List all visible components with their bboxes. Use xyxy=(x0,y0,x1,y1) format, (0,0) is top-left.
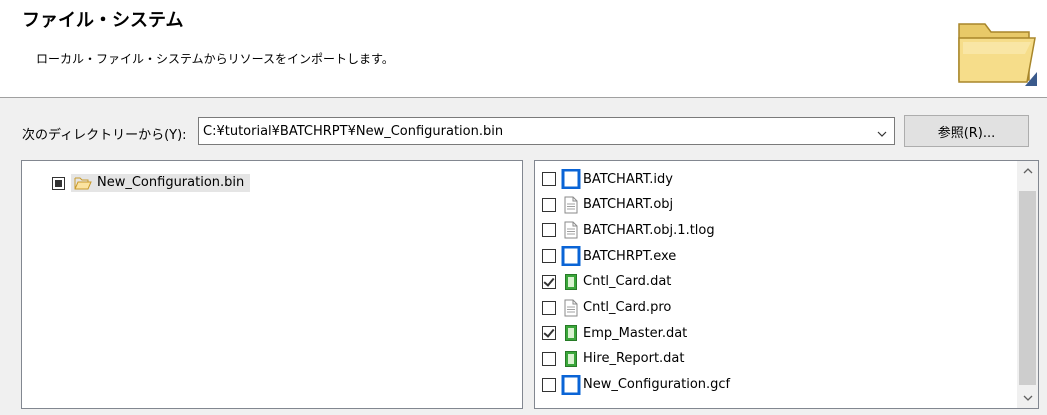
folder-icon xyxy=(955,10,1039,92)
text-file-icon xyxy=(561,220,581,240)
scrollbar-thumb[interactable] xyxy=(1019,191,1036,385)
file-checkbox[interactable] xyxy=(542,300,556,315)
file-name: New_Configuration.gcf xyxy=(583,377,731,393)
chevron-down-icon[interactable] xyxy=(876,125,888,137)
dialog-banner: ファイル・システム ローカル・ファイル・システムからリソースをインポートします。 xyxy=(0,0,1047,97)
file-name: BATCHRPT.exe xyxy=(583,248,677,264)
tree-item-label[interactable]: New_Configuration.bin xyxy=(71,174,251,192)
file-name: BATCHART.idy xyxy=(583,171,673,187)
page-title: ファイル・システム xyxy=(22,10,184,31)
file-name: BATCHART.obj xyxy=(583,197,674,213)
file-name: Hire_Report.dat xyxy=(583,351,685,367)
open-folder-icon xyxy=(74,177,92,189)
green-data-file-icon xyxy=(561,323,581,343)
directory-combobox[interactable] xyxy=(198,117,895,145)
blue-square-icon xyxy=(561,246,581,267)
tree-item-checkbox[interactable] xyxy=(52,176,65,190)
file-list-item[interactable]: Hire_Report.dat xyxy=(542,347,685,371)
green-data-file-icon xyxy=(561,272,581,292)
tree-item-root[interactable]: New_Configuration.bin xyxy=(52,172,251,194)
scroll-down-icon[interactable] xyxy=(1017,388,1038,408)
tree-item-text: New_Configuration.bin xyxy=(97,175,245,190)
file-name: Cntl_Card.dat xyxy=(583,274,672,290)
file-name: Cntl_Card.pro xyxy=(583,300,672,315)
blue-square-icon xyxy=(561,374,581,395)
file-checkbox[interactable] xyxy=(542,351,556,366)
text-file-icon xyxy=(561,298,581,318)
file-list-item[interactable]: Cntl_Card.dat xyxy=(542,270,671,294)
green-data-file-icon xyxy=(561,349,581,369)
page-description: ローカル・ファイル・システムからリソースをインポートします。 xyxy=(36,52,394,66)
browse-button[interactable]: 参照(R)... xyxy=(904,115,1029,147)
file-checkbox[interactable] xyxy=(542,326,556,341)
scroll-up-icon[interactable] xyxy=(1017,161,1038,181)
file-name: Emp_Master.dat xyxy=(583,325,688,341)
file-list-item[interactable]: BATCHART.obj xyxy=(542,193,673,217)
file-list-item[interactable]: BATCHART.obj.1.tlog xyxy=(542,218,715,242)
file-checkbox[interactable] xyxy=(542,172,556,186)
file-list-item[interactable]: Emp_Master.dat xyxy=(542,321,687,345)
file-list[interactable]: BATCHART.idy BATCHART.obj BATCHART.obj.1.t… xyxy=(534,160,1039,409)
file-checkbox[interactable] xyxy=(542,274,556,289)
file-checkbox[interactable] xyxy=(542,377,556,392)
file-checkbox[interactable] xyxy=(542,249,556,264)
file-list-item[interactable]: BATCHART.idy xyxy=(542,167,673,191)
directory-input[interactable] xyxy=(203,121,863,141)
file-name: BATCHART.obj.1.tlog xyxy=(583,222,715,238)
banner-separator xyxy=(0,97,1047,98)
blue-square-icon xyxy=(561,169,581,189)
folder-tree[interactable]: New_Configuration.bin xyxy=(21,160,523,409)
file-list-item[interactable]: New_Configuration.gcf xyxy=(542,373,730,397)
text-file-icon xyxy=(561,195,581,215)
directory-label: 次のディレクトリーから(Y): xyxy=(22,128,187,143)
vertical-scrollbar[interactable] xyxy=(1017,161,1038,408)
file-list-item[interactable]: BATCHRPT.exe xyxy=(542,244,676,268)
file-checkbox[interactable] xyxy=(542,223,556,238)
file-list-item[interactable]: Cntl_Card.pro xyxy=(542,296,671,320)
file-checkbox[interactable] xyxy=(542,197,556,212)
